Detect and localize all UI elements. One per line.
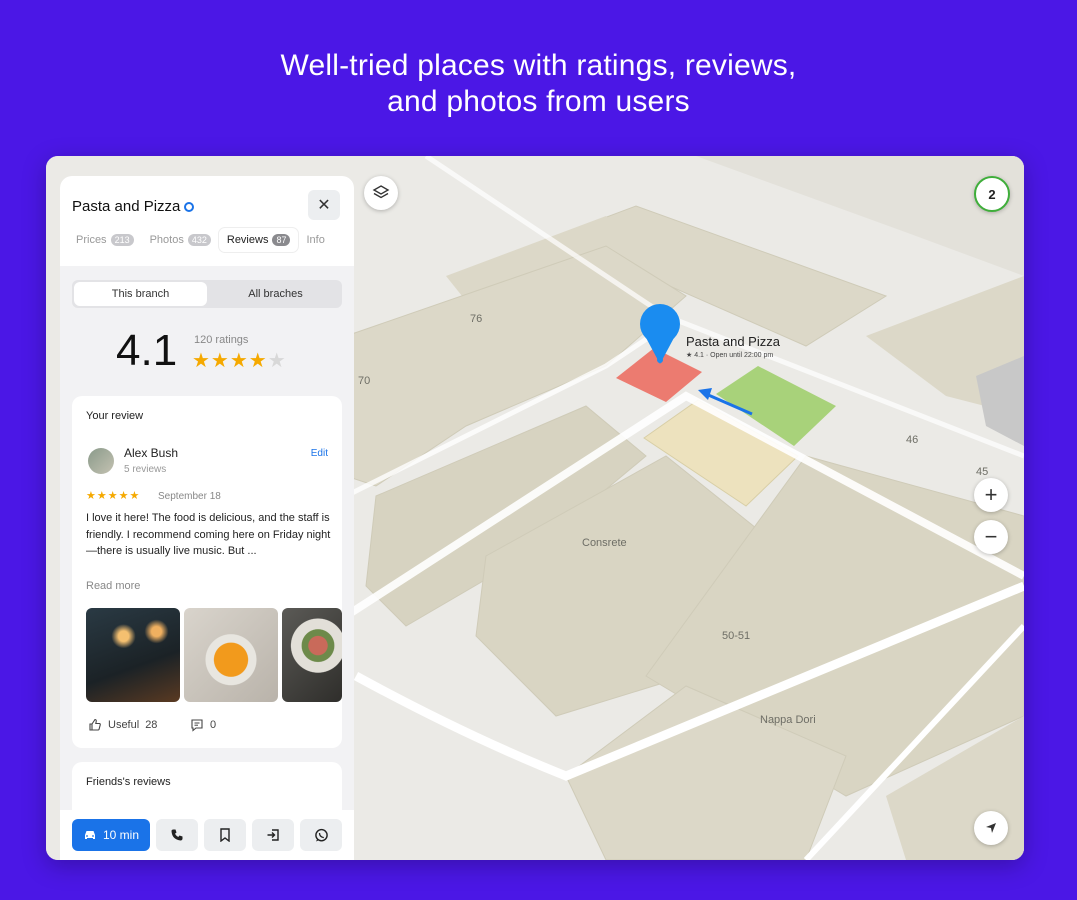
thumbs-up-icon <box>89 718 101 731</box>
building-number-46: 46 <box>906 434 919 446</box>
this-branch-option[interactable]: This branch <box>74 282 207 306</box>
building-number-50-51: 50-51 <box>722 630 751 642</box>
review-photo-interior[interactable] <box>86 608 180 702</box>
headline: Well-tried places with ratings, reviews,… <box>0 48 1077 120</box>
enter-icon <box>267 829 279 841</box>
layers-button[interactable] <box>364 176 398 210</box>
route-time: 10 min <box>102 828 140 842</box>
tab-photos-count: 432 <box>187 234 211 246</box>
building-number-70: 70 <box>358 375 371 387</box>
all-branches-option[interactable]: All braches <box>209 280 342 308</box>
rating-stars-empty: ★ <box>267 350 287 372</box>
tab-reviews[interactable]: Reviews 87 <box>218 228 299 252</box>
tab-reviews-count: 87 <box>272 234 291 246</box>
car-icon <box>84 831 95 839</box>
comment-icon <box>191 719 203 732</box>
tab-prices[interactable]: Prices 213 <box>68 228 142 252</box>
tab-prices-label: Prices <box>76 234 107 246</box>
comments-button[interactable]: 0 <box>190 718 216 732</box>
map-counter-badge[interactable]: 2 <box>974 176 1010 212</box>
tab-photos-label: Photos <box>149 234 184 246</box>
zoom-out-button[interactable]: − <box>974 520 1008 554</box>
app-window: 76 70 46 45 Consrete 50-51 Nappa Dori Pa… <box>46 156 1024 860</box>
map-place-label[interactable]: Pasta and Pizza ★ 4.1 · Open until 22:00… <box>686 334 780 359</box>
building-label-nappa-dori: Nappa Dori <box>760 714 816 726</box>
tab-info-label: Info <box>306 234 325 246</box>
review-date: September 18 <box>158 491 221 502</box>
navigation-arrow-icon <box>986 823 996 833</box>
rating-value: 4.1 <box>116 326 178 375</box>
whatsapp-button[interactable] <box>300 819 342 851</box>
tab-photos[interactable]: Photos 432 <box>142 228 219 252</box>
review-stars: ★★★★★ <box>86 490 141 502</box>
review-author-count: 5 reviews <box>124 464 167 475</box>
bookmark-icon <box>220 828 230 842</box>
useful-button[interactable]: Useful 28 <box>88 718 157 732</box>
tab-prices-count: 213 <box>110 234 134 246</box>
bookmark-button[interactable] <box>204 819 246 851</box>
map-place-name: Pasta and Pizza <box>686 334 780 349</box>
useful-label: Useful <box>108 719 140 731</box>
locate-me-button[interactable] <box>974 811 1008 845</box>
close-button[interactable]: ✕ <box>308 190 340 220</box>
action-bar: 10 min <box>60 810 354 860</box>
panel-tabs: Prices 213 Photos 432 Reviews 87 Info <box>68 228 333 252</box>
your-review-title: Your review <box>86 410 144 422</box>
verified-icon <box>184 201 195 212</box>
useful-count: 28 <box>145 719 158 731</box>
building-label-concrete: Consrete <box>582 537 627 549</box>
place-panel: Pasta and Pizza ✕ Prices 213 Photos 432 … <box>60 176 354 860</box>
building-number-76: 76 <box>470 313 483 325</box>
whatsapp-icon <box>314 828 328 841</box>
your-review-card: Your review Alex Bush 5 reviews Edit ★★★… <box>72 396 342 748</box>
zoom-in-button[interactable]: + <box>974 478 1008 512</box>
review-text: I love it here! The food is delicious, a… <box>86 512 331 557</box>
avatar[interactable] <box>88 448 114 474</box>
tab-reviews-label: Reviews <box>226 234 269 246</box>
friends-reviews-title: Friends's reviews <box>86 776 171 788</box>
read-more-link[interactable]: Read more <box>86 580 140 592</box>
phone-icon <box>171 829 183 841</box>
review-photo-dish[interactable] <box>282 608 342 702</box>
edit-review-link[interactable]: Edit <box>311 448 328 459</box>
branch-toggle: This branch All braches <box>72 280 342 308</box>
panel-title: Pasta and Pizza <box>72 198 195 215</box>
review-photo-soup[interactable] <box>184 608 278 702</box>
place-name: Pasta and Pizza <box>72 198 181 215</box>
building-number-45: 45 <box>976 466 989 478</box>
tab-info[interactable]: Info <box>298 228 332 252</box>
share-button[interactable] <box>252 819 294 851</box>
map-place-subtitle: ★ 4.1 · Open until 22:00 pm <box>686 352 774 359</box>
headline-line-2: and photos from users <box>387 85 690 118</box>
review-author[interactable]: Alex Bush <box>124 446 178 460</box>
route-button[interactable]: 10 min <box>72 819 150 851</box>
rating-stars-filled: ★★★★ <box>192 350 268 372</box>
headline-line-1: Well-tried places with ratings, reviews, <box>280 49 797 82</box>
layers-icon <box>372 185 390 199</box>
rating-stars: ★★★★★ <box>192 348 287 373</box>
comments-count: 0 <box>210 719 217 731</box>
panel-header: Pasta and Pizza ✕ Prices 213 Photos 432 … <box>60 176 354 266</box>
rating-count: 120 ratings <box>194 334 249 346</box>
call-button[interactable] <box>156 819 198 851</box>
